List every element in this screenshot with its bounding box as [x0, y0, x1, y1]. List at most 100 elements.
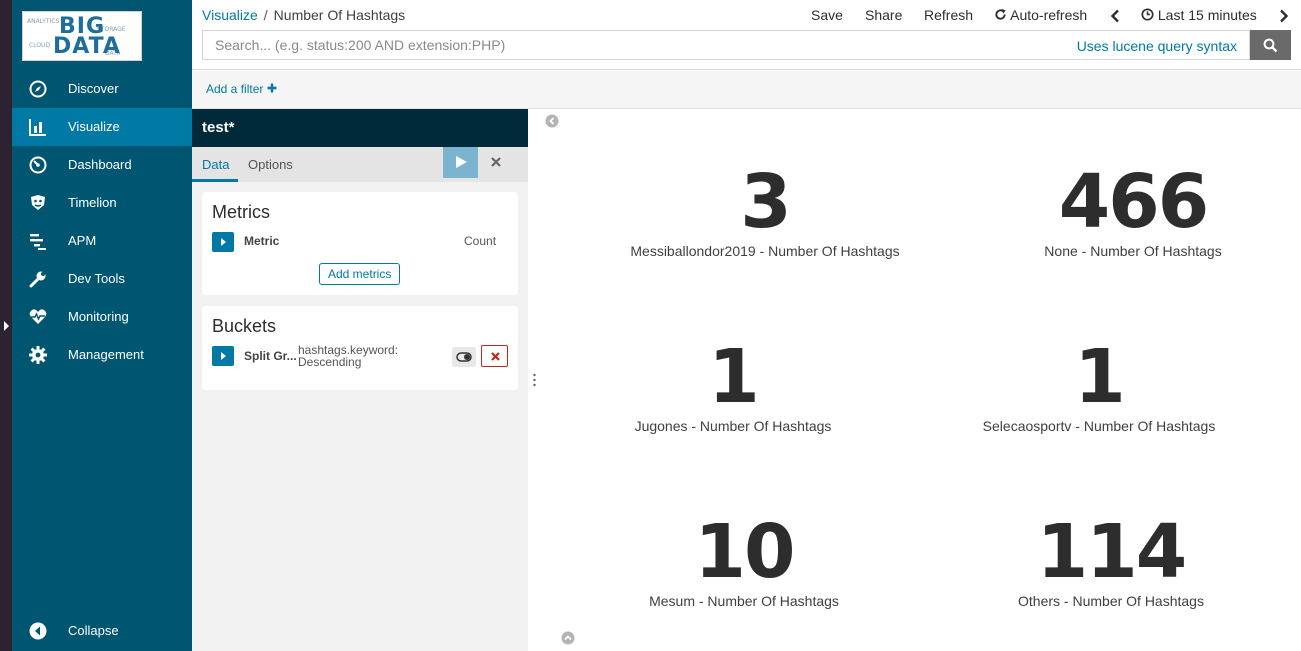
remove-bucket-button[interactable] [481, 345, 508, 367]
breadcrumb: Visualize / Number Of Hashtags [202, 7, 405, 23]
metric-label: Jugones - Number Of Hashtags [634, 418, 832, 434]
big-data-logo[interactable]: ANALYTICS STORAGE CLOUD DATA BIG DATA [22, 11, 142, 61]
metrics-panel: Metrics Metric Count Add metrics [202, 192, 518, 295]
metric-tile: 10 Mesum - Number Of Hashtags [554, 515, 934, 609]
metric-value: 466 [1058, 159, 1209, 245]
time-picker-button[interactable]: Last 15 minutes [1141, 7, 1257, 23]
bucket-row-label: Split Gr... [244, 349, 297, 363]
filter-bar: Add a filter [192, 71, 1301, 109]
metric-label: Others - Number Of Hashtags [1018, 593, 1204, 609]
sidebar-item-label: Monitoring [68, 309, 129, 324]
breadcrumb-separator: / [263, 7, 268, 23]
metric-value: 1 [708, 334, 760, 420]
collapse-label: Collapse [68, 623, 119, 638]
search-submit-button[interactable] [1250, 30, 1291, 60]
auto-refresh-label: Auto-refresh [1010, 7, 1088, 23]
sidebar-item-label: APM [68, 233, 97, 248]
apply-changes-button[interactable] [443, 147, 478, 178]
bucket-expand-toggle[interactable] [212, 346, 234, 366]
metric-tile: 114 Others - Number Of Hashtags [921, 515, 1301, 609]
heartbeat-icon [29, 309, 47, 324]
panel-resize-handle[interactable] [528, 109, 541, 651]
breadcrumb-current: Number Of Hashtags [273, 7, 406, 23]
sidebar-item-dev-tools[interactable]: Dev Tools [12, 260, 192, 298]
share-button[interactable]: Share [865, 7, 902, 23]
time-range-label: Last 15 minutes [1157, 7, 1257, 23]
plus-icon [267, 83, 277, 93]
collapse-arrow-icon [29, 622, 47, 640]
toggle-spy-panel-icon[interactable] [561, 631, 575, 645]
chevron-left-icon[interactable] [1110, 9, 1120, 23]
close-icon [491, 352, 500, 361]
shield-face-icon [31, 195, 45, 210]
chevron-right-icon[interactable] [1279, 9, 1289, 23]
add-filter-button[interactable]: Add a filter [206, 82, 277, 96]
logo-word-data: DATA [53, 34, 121, 59]
metrics-heading: Metrics [212, 202, 270, 222]
metric-tile: 3 Messiballondor2019 - Number Of Hashtag… [575, 165, 955, 259]
refresh-button[interactable]: Refresh [924, 7, 973, 23]
toggle-icon [456, 352, 472, 362]
metric-label: None - Number Of Hashtags [1044, 243, 1222, 259]
metric-tile: 1 Selecaosportv - Number Of Hashtags [909, 340, 1289, 434]
sidebar-item-apm[interactable]: APM [12, 222, 192, 260]
metric-row-label: Metric [244, 234, 280, 248]
sidebar-item-visualize[interactable]: Visualize [12, 108, 192, 146]
metric-expand-toggle[interactable] [212, 232, 234, 252]
lucene-syntax-link[interactable]: Uses lucene query syntax [1077, 38, 1237, 54]
app-frame: ANALYTICS STORAGE CLOUD DATA BIG DATA Di… [0, 0, 1301, 651]
tab-options[interactable]: Options [248, 157, 293, 172]
search-bar: Uses lucene query syntax [202, 30, 1250, 60]
tab-data[interactable]: Data [202, 157, 229, 172]
gear-icon [29, 346, 47, 364]
play-icon [456, 156, 467, 168]
sidebar-item-monitoring[interactable]: Monitoring [12, 298, 192, 336]
close-icon [491, 157, 501, 167]
sidebar-item-management[interactable]: Management [12, 336, 192, 374]
buckets-panel: Buckets Split Gr... hashtags.keyword: De… [202, 306, 518, 390]
sidebar-item-timelion[interactable]: Timelion [12, 184, 192, 222]
metric-label: Messiballondor2019 - Number Of Hashtags [630, 243, 900, 259]
vis-editor-panel: test* Data Options Metrics Metric Count … [192, 109, 528, 651]
metric-label: Selecaosportv - Number Of Hashtags [982, 418, 1216, 434]
add-filter-label: Add a filter [206, 82, 264, 96]
clock-icon [1141, 8, 1154, 21]
sidebar-item-discover[interactable]: Discover [12, 70, 192, 108]
metric-tile: 1 Jugones - Number Of Hashtags [543, 340, 923, 434]
metric-value: 3 [740, 159, 792, 245]
sidebar-item-label: Dev Tools [68, 271, 125, 286]
buckets-heading: Buckets [212, 316, 277, 336]
top-nav-bar: Visualize / Number Of Hashtags Save Share … [192, 0, 1301, 70]
sidebar-collapse[interactable]: Collapse [12, 612, 192, 650]
metric-visualization: 3 Messiballondor2019 - Number Of Hashtag… [541, 109, 1301, 651]
sidebar-item-dashboard[interactable]: Dashboard [12, 146, 192, 184]
drag-dots-icon [533, 373, 536, 387]
breadcrumb-visualize-link[interactable]: Visualize [202, 7, 258, 23]
auto-refresh-button[interactable]: Auto-refresh [994, 7, 1087, 23]
sidebar: ANALYTICS STORAGE CLOUD DATA BIG DATA Di… [12, 0, 192, 651]
expand-arrow-icon[interactable] [4, 321, 9, 331]
metric-row-aggregation: Count [464, 234, 497, 248]
save-button[interactable]: Save [811, 7, 843, 23]
metric-tile: 466 None - Number Of Hashtags [943, 165, 1301, 259]
index-pattern-title: test* [192, 109, 528, 147]
index-pattern-name: test* [202, 119, 235, 136]
search-input[interactable] [203, 31, 1063, 59]
search-icon [1263, 38, 1278, 53]
active-tab-indicator [192, 179, 238, 182]
add-metrics-button[interactable]: Add metrics [319, 263, 401, 285]
metric-label: Mesum - Number Of Hashtags [649, 593, 839, 609]
gauge-icon [29, 156, 47, 174]
wrench-icon [29, 271, 46, 288]
collapse-editor-icon[interactable] [545, 114, 559, 128]
compass-icon [29, 80, 47, 98]
bucket-row-description: hashtags.keyword: Descending [298, 343, 399, 369]
metric-value: 10 [694, 509, 796, 595]
metric-value: 114 [1036, 509, 1187, 595]
sidebar-item-label: Timelion [68, 195, 117, 210]
discard-changes-button[interactable] [480, 147, 513, 178]
metric-value: 1 [1074, 334, 1126, 420]
bar-chart-icon [29, 119, 46, 136]
bucket-enable-toggle[interactable] [452, 347, 476, 367]
window-edge [0, 0, 12, 651]
